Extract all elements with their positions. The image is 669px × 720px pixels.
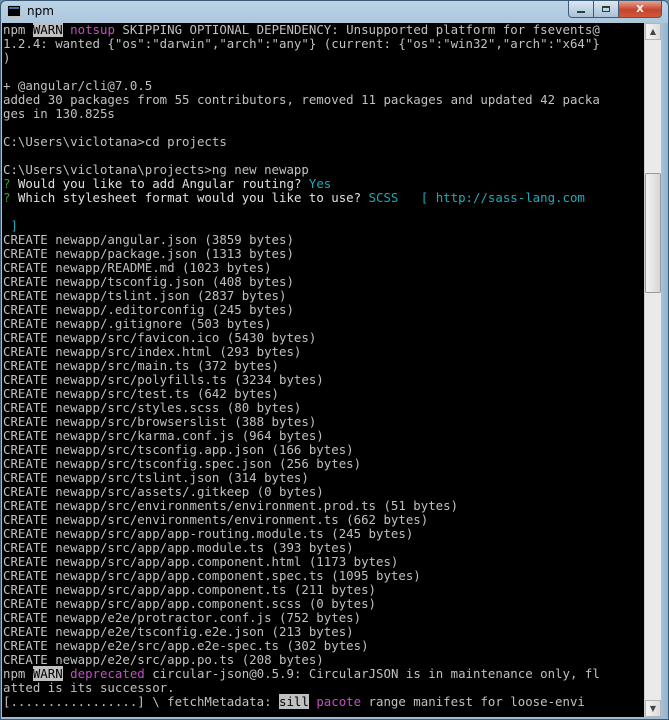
create-line: CREATE newapp/e2e/src/app.po.ts (208 byt… — [3, 652, 324, 667]
create-line: CREATE newapp/src/app/app.component.scss… — [3, 596, 376, 611]
console-line: C:\Users\viclotana\projects>ng new newap… — [3, 162, 309, 177]
window-frame-right — [661, 23, 668, 719]
create-line: CREATE newapp/src/environments/environme… — [3, 498, 459, 513]
create-line: CREATE newapp/src/app/app.component.ts (… — [3, 582, 376, 597]
create-line: CREATE newapp/e2e/protractor.conf.js (75… — [3, 610, 362, 625]
create-line: CREATE newapp/src/karma.conf.js (964 byt… — [3, 428, 324, 443]
pacote-tag: pacote — [316, 694, 362, 709]
create-line: CREATE newapp/e2e/src/app.e2e-spec.ts (3… — [3, 638, 369, 653]
maximize-button[interactable] — [594, 1, 619, 18]
terminal-window: npm X npm WARN notsup SKIPPING OPTIONAL … — [0, 0, 669, 720]
title-bar[interactable]: npm X — [1, 1, 668, 23]
sill-badge: sill — [279, 694, 309, 709]
chevron-down-icon: ▼ — [649, 704, 657, 713]
close-button[interactable]: X — [619, 1, 662, 18]
console-line: ges in 130.825s — [3, 106, 115, 121]
console-output[interactable]: npm WARN notsup SKIPPING OPTIONAL DEPEND… — [2, 23, 644, 717]
console-line: C:\Users\viclotana>cd projects — [3, 134, 227, 149]
create-line: CREATE newapp/tslint.json (2837 bytes) — [3, 288, 287, 303]
console-app-icon[interactable] — [7, 5, 21, 17]
routing-answer: Yes — [308, 176, 332, 191]
minimize-icon — [577, 11, 585, 13]
create-line: CREATE newapp/src/test.ts (642 bytes) — [3, 386, 280, 401]
prompt-routing: ? Would you like to add Angular routing?… — [3, 176, 332, 191]
create-line: CREATE newapp/src/browserslist (388 byte… — [3, 414, 317, 429]
console-line: added 30 packages from 55 contributors, … — [3, 92, 600, 107]
create-line: CREATE newapp/src/polyfills.ts (3234 byt… — [3, 372, 324, 387]
minimize-button[interactable] — [568, 1, 594, 18]
create-line: CREATE newapp/README.md (1023 bytes) — [3, 260, 272, 275]
console-line: 1.2.4: wanted {"os":"darwin","arch":"any… — [3, 36, 600, 51]
console-line: ) — [3, 50, 11, 65]
vertical-scrollbar[interactable]: ▲ ▼ — [644, 23, 661, 717]
window-title: npm — [27, 4, 54, 18]
create-line: CREATE newapp/src/app/app.component.html… — [3, 554, 399, 569]
create-line: CREATE newapp/src/tsconfig.app.json (166… — [3, 442, 354, 457]
scroll-down-button[interactable]: ▼ — [645, 700, 661, 717]
create-line: CREATE newapp/src/main.ts (372 bytes) — [3, 358, 280, 373]
create-line: CREATE newapp/src/assets/.gitkeep (0 byt… — [3, 484, 324, 499]
progress-line: [.................] \ fetchMetadata: sil… — [3, 694, 585, 709]
close-icon: X — [636, 3, 644, 15]
create-line: CREATE newapp/package.json (1313 bytes) — [3, 246, 294, 261]
create-line: CREATE newapp/src/tslint.json (314 bytes… — [3, 470, 309, 485]
stylesheet-hint: [ http://sass-lang.com — [398, 190, 585, 205]
create-line: CREATE newapp/src/environments/environme… — [3, 512, 429, 527]
warn-badge: WARN — [32, 23, 63, 37]
create-line: CREATE newapp/e2e/tsconfig.e2e.json (213… — [3, 624, 354, 639]
create-line: CREATE newapp/src/app/app.module.ts (393… — [3, 540, 354, 555]
chevron-up-icon: ▲ — [649, 27, 657, 36]
prompt-stylesheet: ? Which stylesheet format would you like… — [3, 190, 585, 205]
create-line: CREATE newapp/.gitignore (503 bytes) — [3, 316, 272, 331]
scroll-up-button[interactable]: ▲ — [645, 23, 661, 40]
create-line: CREATE newapp/tsconfig.json (408 bytes) — [3, 274, 294, 289]
console-line: ] — [3, 218, 18, 233]
create-line: CREATE newapp/src/app/app.component.spec… — [3, 568, 421, 583]
warn-badge: WARN — [32, 666, 63, 681]
window-controls: X — [568, 1, 662, 19]
progress-bar: [.................] \ fetchMetadata: — [3, 694, 280, 709]
console-line: atted is its successor. — [3, 680, 175, 695]
create-line: CREATE newapp/src/styles.scss (80 bytes) — [3, 400, 302, 415]
create-line: CREATE newapp/src/app/app-routing.module… — [3, 526, 414, 541]
create-line: CREATE newapp/src/favicon.ico (5430 byte… — [3, 330, 317, 345]
deprecated-tag: deprecated — [70, 666, 145, 681]
console-line: npm WARN notsup SKIPPING OPTIONAL DEPEND… — [3, 23, 600, 37]
maximize-icon — [602, 6, 610, 12]
notsup-tag: notsup — [70, 23, 115, 37]
create-line: CREATE newapp/angular.json (3859 bytes) — [3, 232, 294, 247]
console-line: + @angular/cli@7.0.5 — [3, 78, 153, 93]
create-line: CREATE newapp/src/tsconfig.spec.json (25… — [3, 456, 362, 471]
stylesheet-answer: SCSS — [368, 190, 399, 205]
scroll-thumb[interactable] — [645, 173, 661, 293]
create-line: CREATE newapp/src/index.html (293 bytes) — [3, 344, 302, 359]
console-line: npm WARN deprecated circular-json@0.5.9:… — [3, 666, 600, 681]
create-line: CREATE newapp/.editorconfig (245 bytes) — [3, 302, 294, 317]
